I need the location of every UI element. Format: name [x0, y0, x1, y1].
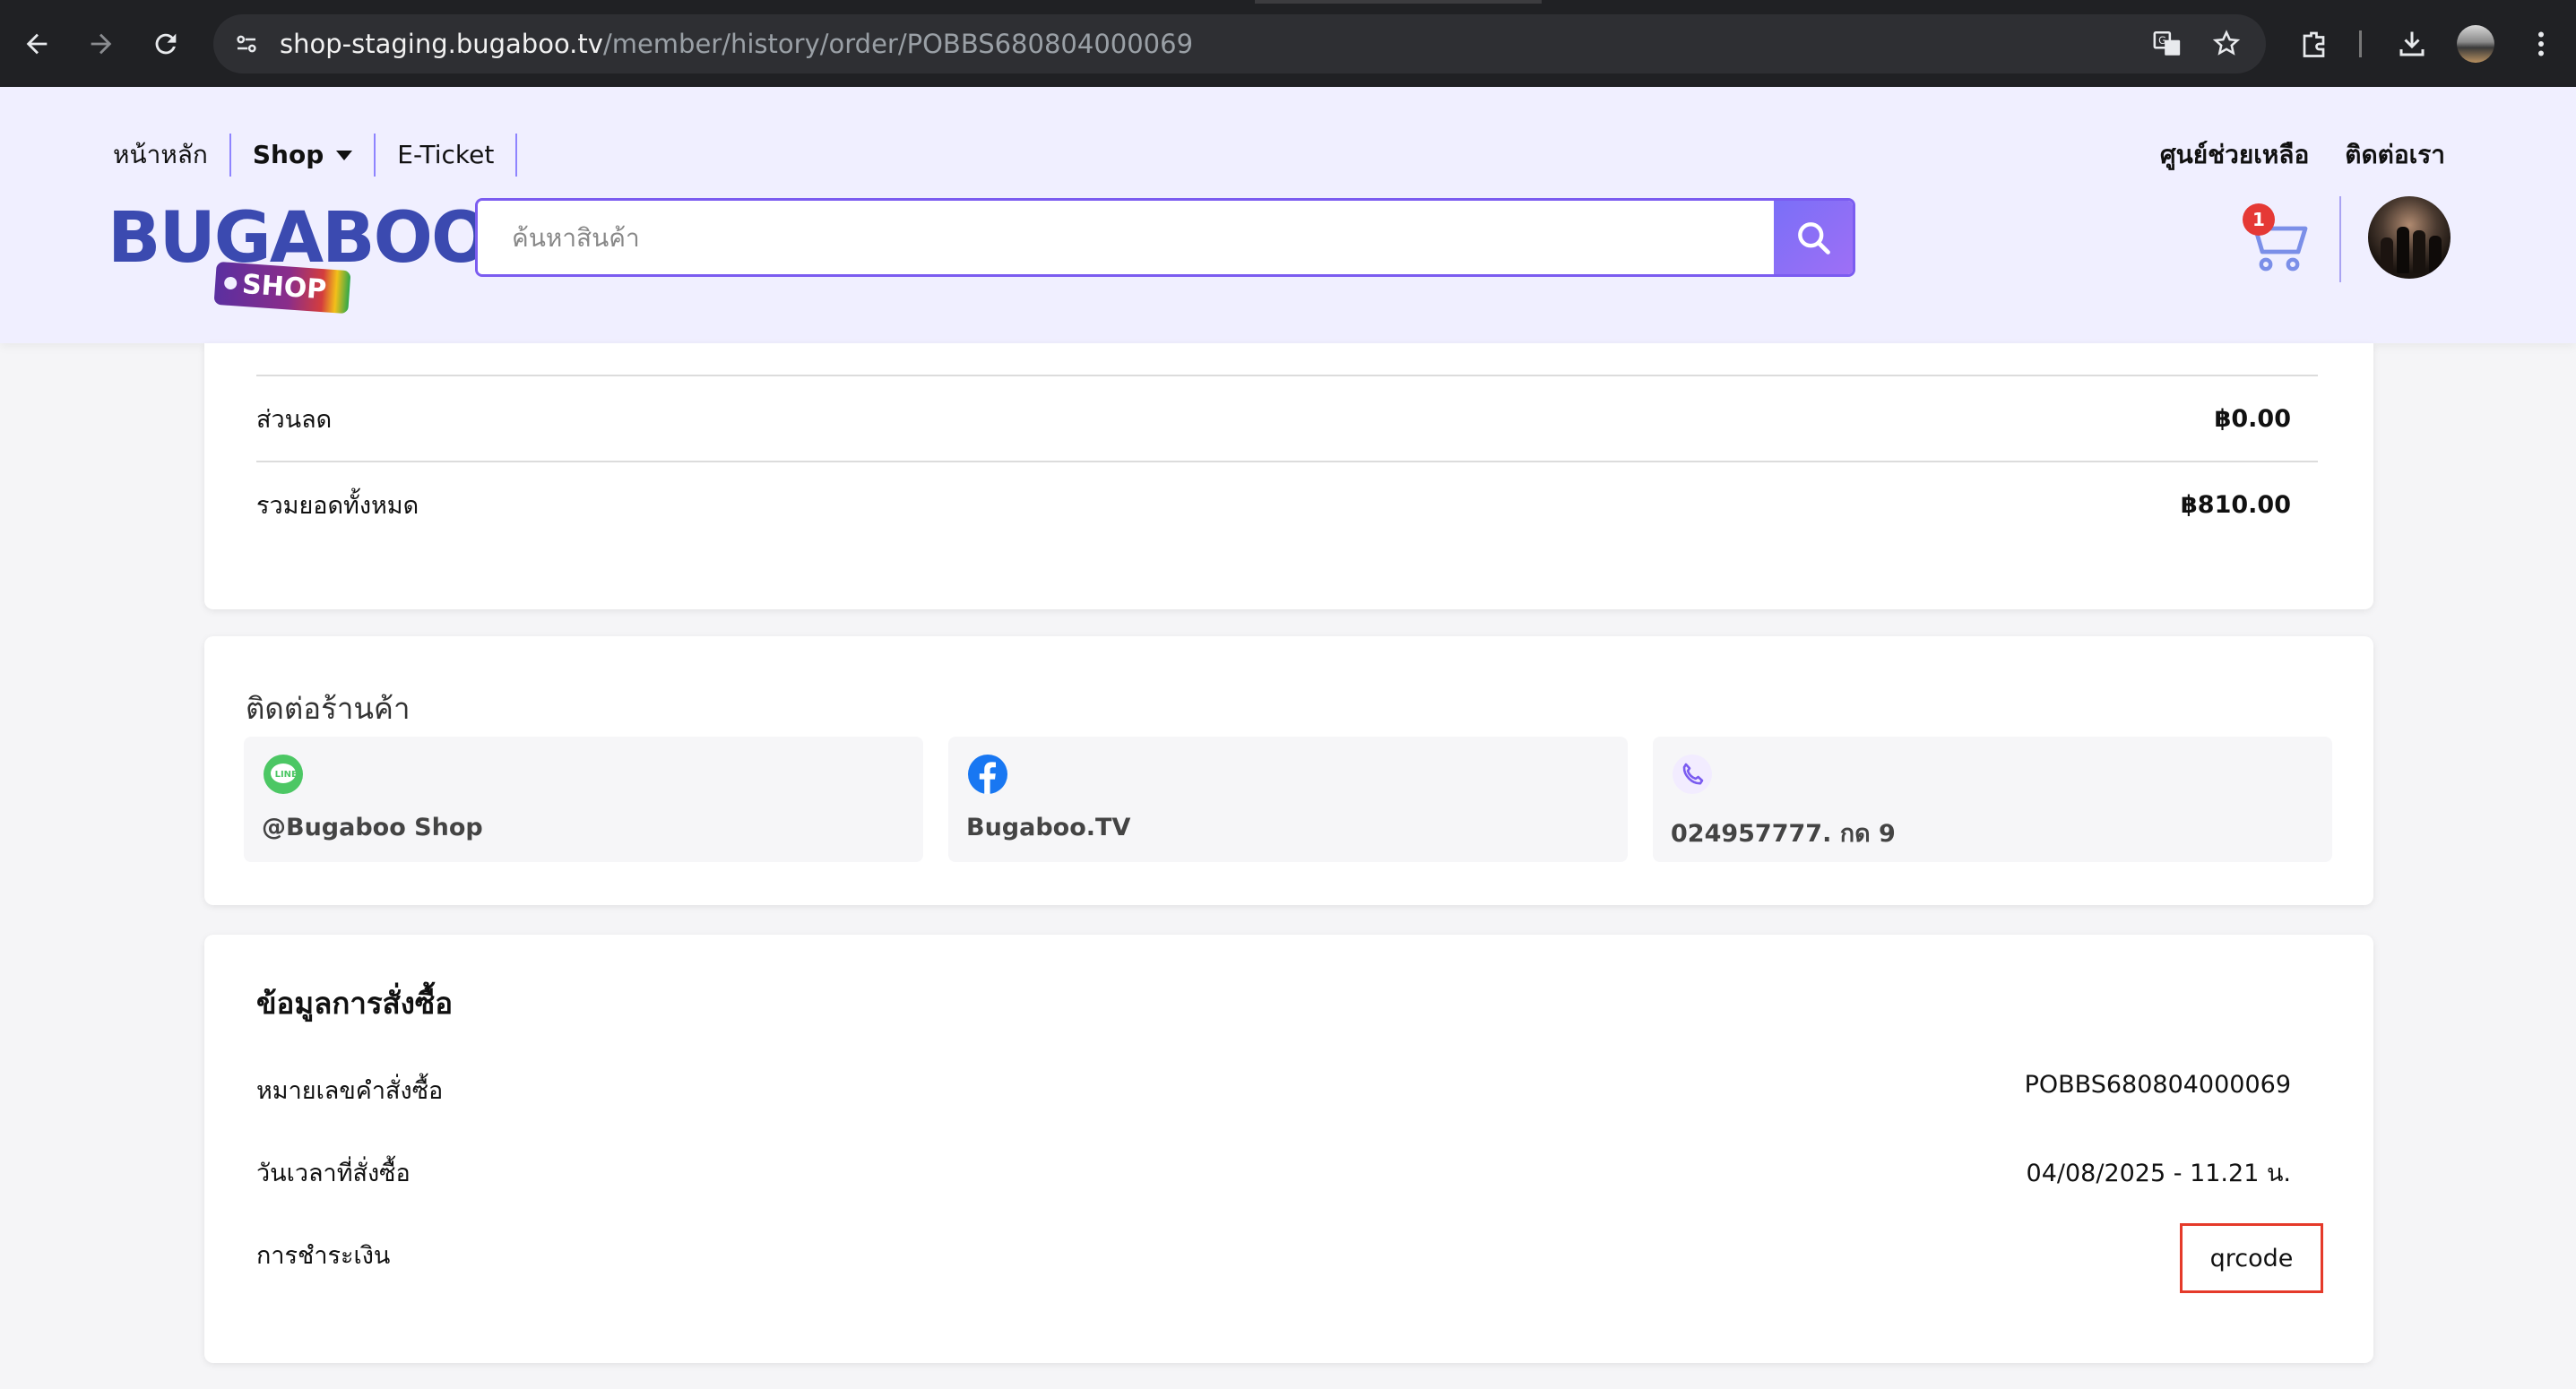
line-icon: LINE	[264, 755, 303, 794]
search-icon	[1798, 222, 1830, 255]
payment-method-value: qrcode	[2180, 1223, 2323, 1293]
nav-contact-link[interactable]: ติดต่อเรา	[2345, 134, 2445, 177]
forward-button[interactable]	[77, 20, 125, 68]
total-label: รวมยอดทั้งหมด	[256, 491, 419, 520]
download-icon[interactable]	[2391, 23, 2433, 65]
order-number-row: หมายเลขคำสั่งซื้อ POBBS680804000069	[256, 1071, 2291, 1109]
extensions-icon[interactable]	[2295, 23, 2336, 65]
arrow-left-icon	[26, 33, 48, 55]
search-button[interactable]	[1774, 201, 1853, 274]
right-nav: ศูนย์ช่วยเหลือ ติดต่อเรา	[2160, 134, 2445, 177]
contact-line-text: @Bugaboo Shop	[262, 814, 483, 841]
url-host: shop-staging.bugaboo.tv	[280, 29, 603, 59]
bookmark-star-icon[interactable]	[2209, 26, 2244, 62]
active-tab-strip	[1255, 0, 1542, 4]
order-info-title: ข้อมูลการสั่งซื้อ	[256, 986, 454, 1021]
contact-phone-text: 024957777. กด 9	[1671, 820, 1896, 848]
bugaboo-shop-logo[interactable]: BUGABOO SHOP	[108, 198, 490, 315]
back-button[interactable]	[13, 20, 61, 68]
site-info-icon[interactable]	[228, 25, 265, 63]
address-bar[interactable]: shop-staging.bugaboo.tv/member/history/o…	[213, 14, 2266, 73]
nav-home-link[interactable]: หน้าหลัก	[113, 134, 229, 177]
contact-line[interactable]: LINE @Bugaboo Shop	[244, 737, 923, 862]
nav-shop-label: Shop	[252, 140, 324, 169]
cart-count-badge: 1	[2243, 203, 2275, 236]
order-info-card: ข้อมูลการสั่งซื้อ หมายเลขคำสั่งซื้อ POBB…	[204, 935, 2373, 1363]
phone-icon	[1673, 755, 1712, 794]
user-avatar[interactable]	[2368, 196, 2451, 279]
total-row: รวมยอดทั้งหมด ฿810.00	[256, 461, 2318, 547]
arrow-right-icon	[91, 33, 112, 55]
contact-facebook-text: Bugaboo.TV	[966, 814, 1131, 841]
payment-row: การชำระเงิน	[256, 1236, 2291, 1274]
nav-shop-dropdown[interactable]: Shop	[231, 134, 374, 177]
nav-eticket-link[interactable]: E-Ticket	[376, 134, 515, 177]
payment-label: การชำระเงิน	[256, 1242, 391, 1270]
discount-row: ส่วนลด ฿0.00	[256, 375, 2318, 461]
contact-facebook[interactable]: Bugaboo.TV	[948, 737, 1628, 862]
top-nav: หน้าหลัก Shop E-Ticket	[113, 134, 518, 177]
header-divider	[2339, 196, 2341, 282]
order-date-row: วันเวลาที่สั่งซื้อ 04/08/2025 - 11.21 น.	[256, 1153, 2291, 1192]
translate-icon[interactable]: G	[2149, 26, 2185, 62]
caret-down-icon	[336, 150, 353, 160]
contact-store-title: ติดต่อร้านค้า	[246, 691, 411, 726]
toolbar-divider	[2359, 30, 2362, 57]
reload-icon	[155, 33, 177, 55]
facebook-icon	[968, 755, 1007, 794]
logo-shop-tag: SHOP	[213, 261, 351, 315]
order-date-value: 04/08/2025 - 11.21 น.	[2026, 1160, 2291, 1187]
menu-kebab-icon[interactable]	[2520, 23, 2562, 65]
url-text: shop-staging.bugaboo.tv/member/history/o…	[280, 27, 1193, 61]
order-number-label: หมายเลขคำสั่งซื้อ	[256, 1077, 444, 1105]
order-date-label: วันเวลาที่สั่งซื้อ	[256, 1160, 411, 1187]
site-header: หน้าหลัก Shop E-Ticket ศูนย์ช่วยเหลือ ติ…	[0, 87, 2576, 343]
discount-label: ส่วนลด	[256, 405, 333, 434]
svg-text:G: G	[2158, 34, 2166, 47]
search-box	[475, 198, 1855, 277]
contact-phone[interactable]: 024957777. กด 9	[1653, 737, 2332, 862]
contact-store-card: ติดต่อร้านค้า LINE @Bugaboo Shop Bugaboo…	[204, 636, 2373, 905]
search-input[interactable]	[478, 201, 1774, 274]
nav-help-center-link[interactable]: ศูนย์ช่วยเหลือ	[2160, 134, 2309, 177]
browser-chrome: shop-staging.bugaboo.tv/member/history/o…	[0, 0, 2576, 87]
url-path: /member/history/order/POBBS680804000069	[602, 29, 1194, 59]
cart-button[interactable]: 1	[2239, 203, 2314, 275]
nav-separator	[515, 134, 518, 177]
order-summary-card: ส่วนลด ฿0.00 รวมยอดทั้งหมด ฿810.00	[204, 343, 2373, 609]
browser-profile-avatar[interactable]	[2457, 25, 2494, 63]
reload-button[interactable]	[142, 20, 190, 68]
discount-value: ฿0.00	[2214, 404, 2291, 433]
total-value: ฿810.00	[2181, 490, 2291, 519]
svg-text:LINE: LINE	[275, 770, 298, 780]
order-number-value: POBBS680804000069	[2024, 1071, 2291, 1099]
